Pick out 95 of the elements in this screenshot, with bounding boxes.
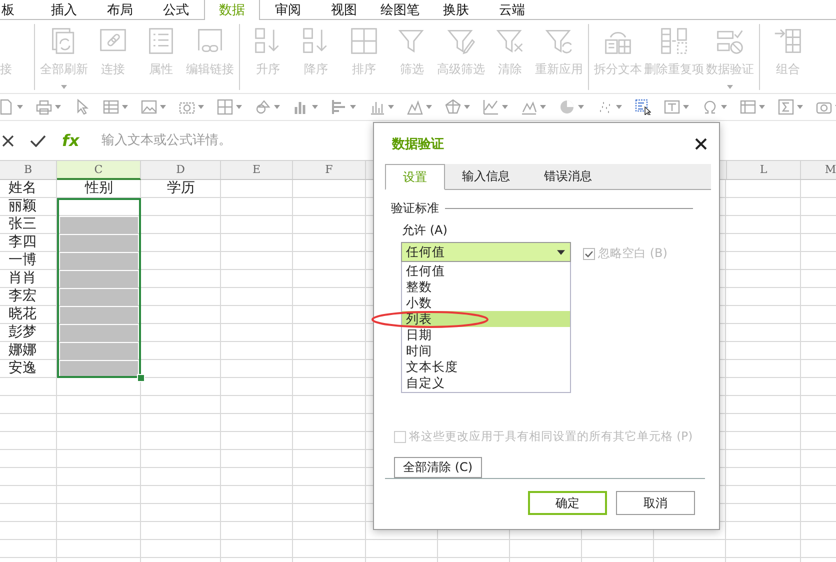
caret-icon xyxy=(122,105,128,109)
image-icon xyxy=(141,99,157,115)
caret-icon xyxy=(312,105,318,109)
table-cell-text: 学历 xyxy=(166,180,196,198)
printer-icon xyxy=(36,99,52,115)
form-icon xyxy=(740,99,756,115)
caret-icon xyxy=(616,105,622,109)
grid-icon xyxy=(217,99,233,115)
text-select-icon xyxy=(635,99,651,115)
cancel-icon[interactable] xyxy=(2,134,14,146)
caret-icon xyxy=(426,105,432,109)
caret-icon xyxy=(578,105,584,109)
ok-button[interactable]: 确定 xyxy=(528,491,607,515)
ribbon-tab[interactable]: 云端 xyxy=(484,0,540,20)
caret-icon xyxy=(721,105,727,109)
scatter-chart-icon xyxy=(597,99,613,115)
ribbon-tab[interactable]: 布局 xyxy=(92,0,148,20)
table-cell-text: 晓花 xyxy=(8,306,38,324)
dropdown-option[interactable]: 文本长度 xyxy=(402,359,570,375)
field-label: 允许 (A) xyxy=(402,222,448,239)
sort-grid-icon xyxy=(349,26,379,56)
horizontal-bar-chart-icon xyxy=(331,99,347,115)
dialog-tab[interactable]: 错误消息 xyxy=(527,164,609,189)
list-icon xyxy=(146,26,176,56)
dropdown-option[interactable]: 自定义 xyxy=(402,375,570,391)
group-icon xyxy=(773,26,803,56)
column-header[interactable]: C xyxy=(57,161,141,180)
ribbon-tab[interactable]: 数据 xyxy=(204,0,260,20)
pie-chart-icon xyxy=(559,99,575,115)
fill-handle[interactable] xyxy=(137,374,145,382)
ribbon-tab[interactable]: 板 xyxy=(0,0,36,20)
table-cell-text: 安逸 xyxy=(8,360,38,378)
allow-dropdown[interactable]: 任何值 xyxy=(401,242,571,262)
caret-icon xyxy=(160,105,166,109)
table-cell-text: 彭梦 xyxy=(8,324,38,342)
column-header[interactable]: M xyxy=(801,161,836,179)
column-chart-icon xyxy=(369,99,385,115)
table-cell-text: 李宏 xyxy=(8,288,38,306)
area-chart-icon xyxy=(407,99,423,115)
ribbon-tab[interactable]: 审阅 xyxy=(260,0,316,20)
sum-icon xyxy=(778,99,794,115)
ribbon-tab[interactable]: 插入 xyxy=(36,0,92,20)
caret-icon xyxy=(274,105,280,109)
document-icon xyxy=(0,99,14,115)
dialog-tab[interactable]: 输入信息 xyxy=(445,164,527,189)
caret-icon xyxy=(464,105,470,109)
checkbox-label: 忽略空白 (B) xyxy=(598,245,668,262)
caret-icon xyxy=(388,105,394,109)
section-title: 验证标准 xyxy=(391,200,439,217)
line-chart-icon xyxy=(483,99,499,115)
column-header[interactable]: D xyxy=(141,161,221,179)
column-header[interactable]: E xyxy=(221,161,293,179)
caret-icon xyxy=(350,105,356,109)
dropdown-option[interactable]: 整数 xyxy=(402,279,570,295)
mountain-chart-icon xyxy=(521,99,537,115)
function-label[interactable]: fx xyxy=(62,131,80,150)
caret-icon xyxy=(683,105,689,109)
remove-duplicates-icon xyxy=(659,26,689,56)
caret-icon xyxy=(236,105,242,109)
table-cell-text: 娜娜 xyxy=(8,342,38,360)
text-box-icon xyxy=(664,99,680,115)
clear-all-button[interactable]: 全部清除 (C) xyxy=(394,457,482,478)
shapes-icon xyxy=(255,99,271,115)
caret-icon xyxy=(502,105,508,109)
ribbon-tab[interactable]: 视图 xyxy=(316,0,372,20)
table-cell-text: 性别 xyxy=(84,180,114,198)
table-cell-text: 丽颖 xyxy=(8,198,38,216)
close-icon[interactable] xyxy=(695,138,707,150)
table-icon xyxy=(103,99,119,115)
table-cell-text: 姓名 xyxy=(8,180,38,198)
check-icon[interactable] xyxy=(30,134,46,146)
dropdown-option[interactable]: 任何值 xyxy=(402,263,570,279)
caret-icon xyxy=(540,105,546,109)
table-cell-text: 肖肖 xyxy=(8,270,38,288)
column-header[interactable]: F xyxy=(293,161,366,179)
symbol-icon xyxy=(702,99,718,115)
radar-chart-icon xyxy=(445,99,461,115)
dialog-title: 数据验证 xyxy=(392,136,444,152)
caret-icon xyxy=(198,105,204,109)
dropdown-option[interactable]: 日期 xyxy=(402,327,570,343)
checkbox-label: 将这些更改应用于具有相同设置的所有其它单元格 (P) xyxy=(409,429,693,444)
caret-icon xyxy=(17,105,23,109)
caret-icon xyxy=(797,105,803,109)
table-cell-text: 张三 xyxy=(8,216,38,234)
column-header[interactable]: L xyxy=(726,161,801,179)
dropdown-option[interactable]: 时间 xyxy=(402,343,570,359)
table-cell-text: 李四 xyxy=(8,234,38,252)
caret-icon xyxy=(55,105,61,109)
dialog-tab[interactable]: 设置 xyxy=(385,164,445,190)
cancel-button[interactable]: 取消 xyxy=(616,491,695,515)
ribbon-tab[interactable]: 绘图笔 xyxy=(372,0,428,20)
ribbon-tab[interactable]: 换肤 xyxy=(428,0,484,20)
dropdown-option[interactable]: 小数 xyxy=(402,295,570,311)
caret-icon xyxy=(759,105,765,109)
table-cell-text: 一博 xyxy=(8,252,38,270)
